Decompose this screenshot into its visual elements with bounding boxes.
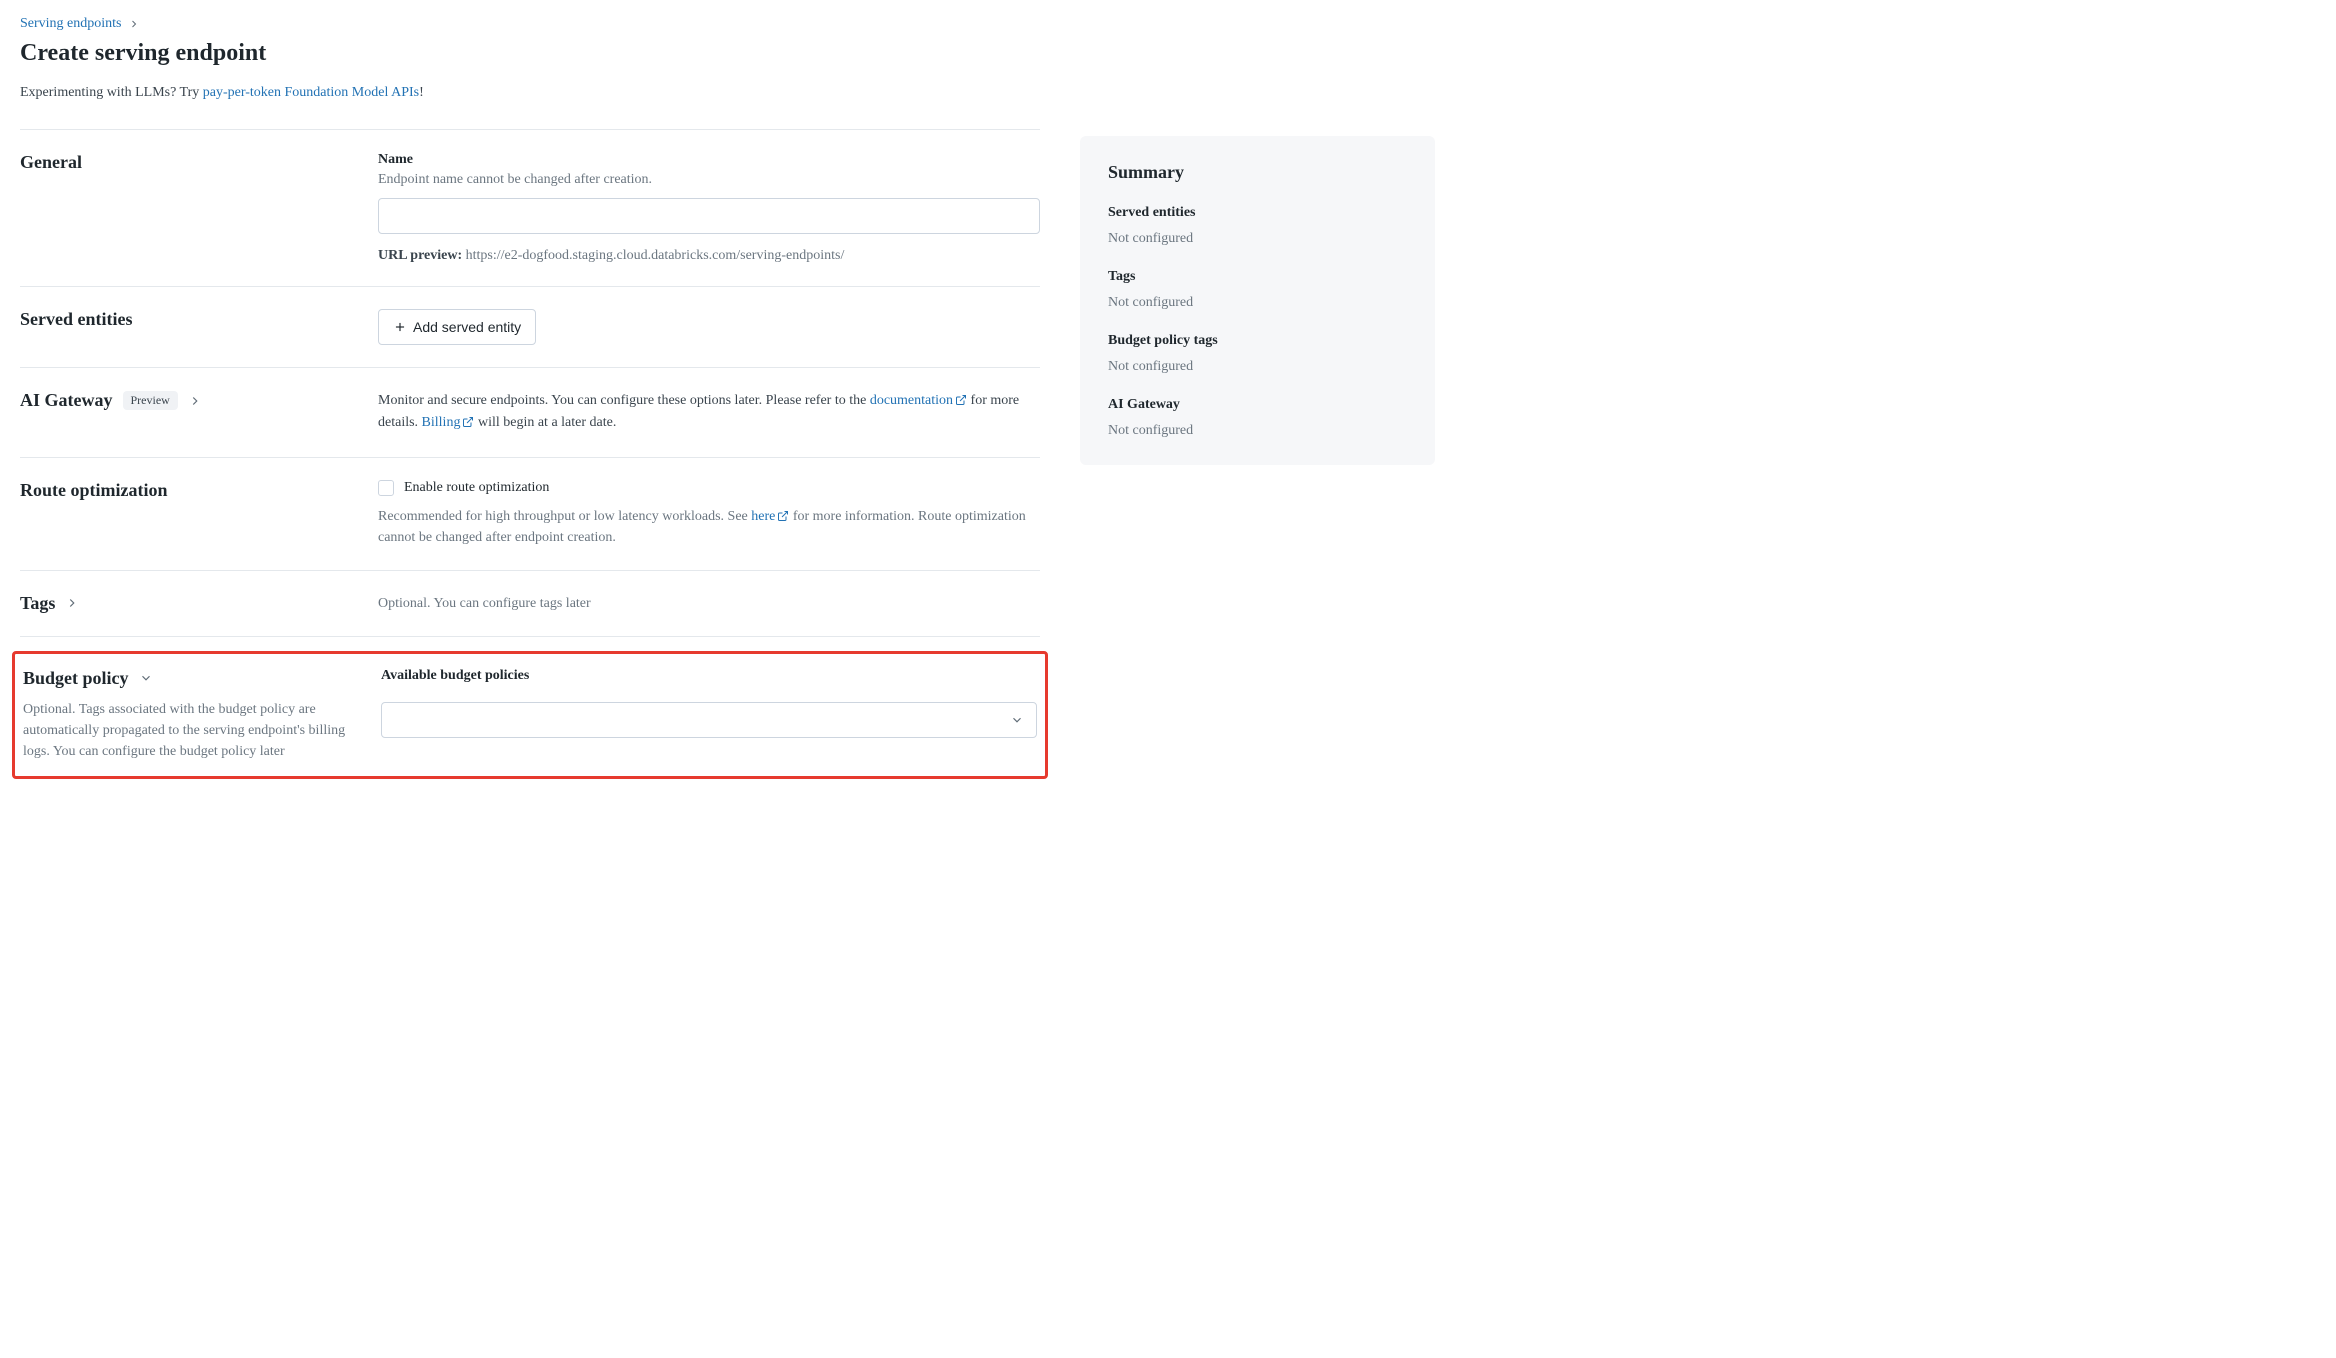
external-link-icon	[462, 416, 474, 428]
summary-label-served: Served entities	[1108, 205, 1407, 221]
summary-item-tags: Tags Not configured	[1108, 269, 1407, 311]
chevron-right-icon	[128, 18, 140, 30]
ai-gateway-heading-text: AI Gateway	[20, 390, 113, 411]
budget-policy-select[interactable]	[381, 702, 1037, 738]
name-field-label: Name	[378, 152, 1040, 168]
summary-value-ai-gateway: Not configured	[1108, 423, 1407, 439]
breadcrumb-link-serving[interactable]: Serving endpoints	[20, 16, 122, 32]
enable-route-opt-checkbox[interactable]	[378, 480, 394, 496]
ai-gateway-desc-suffix: will begin at a later date.	[474, 415, 616, 430]
intro-suffix: !	[419, 85, 424, 100]
billing-link[interactable]: Billing	[422, 415, 475, 430]
ai-gateway-desc-prefix: Monitor and secure endpoints. You can co…	[378, 393, 870, 408]
preview-badge: Preview	[123, 391, 178, 410]
name-field-help: Endpoint name cannot be changed after cr…	[378, 172, 1040, 188]
chevron-right-icon	[188, 394, 202, 408]
intro-prefix: Experimenting with LLMs? Try	[20, 85, 203, 100]
summary-label-tags: Tags	[1108, 269, 1407, 285]
external-link-icon	[955, 394, 967, 406]
section-tags: Tags Optional. You can configure tags la…	[20, 570, 1040, 636]
summary-value-budget-tags: Not configured	[1108, 359, 1407, 375]
budget-heading-text: Budget policy	[23, 668, 129, 689]
summary-label-ai-gateway: AI Gateway	[1108, 397, 1407, 413]
section-heading-route-opt: Route optimization	[20, 480, 358, 501]
summary-value-served: Not configured	[1108, 231, 1407, 247]
intro-text: Experimenting with LLMs? Try pay-per-tok…	[20, 85, 1040, 101]
section-heading-tags[interactable]: Tags	[20, 593, 358, 614]
section-heading-ai-gateway[interactable]: AI Gateway Preview	[20, 390, 358, 411]
external-link-icon	[777, 510, 789, 522]
add-served-entity-button[interactable]: Add served entity	[378, 309, 536, 345]
summary-value-tags: Not configured	[1108, 295, 1407, 311]
summary-item-ai-gateway: AI Gateway Not configured	[1108, 397, 1407, 439]
summary-label-budget-tags: Budget policy tags	[1108, 333, 1407, 349]
chevron-down-icon	[1010, 713, 1024, 727]
section-heading-budget[interactable]: Budget policy	[23, 668, 361, 689]
intro-link-foundation-models[interactable]: pay-per-token Foundation Model APIs	[203, 85, 419, 100]
chevron-right-icon	[65, 596, 79, 610]
section-served-entities: Served entities Add served entity	[20, 286, 1040, 367]
budget-policy-highlight: Budget policy Optional. Tags associated …	[12, 651, 1048, 779]
ai-gateway-desc: Monitor and secure endpoints. You can co…	[378, 390, 1040, 435]
enable-route-opt-label: Enable route optimization	[404, 480, 549, 496]
url-preview-label: URL preview:	[378, 248, 462, 263]
summary-item-budget-tags: Budget policy tags Not configured	[1108, 333, 1407, 375]
section-route-optimization: Route optimization Enable route optimiza…	[20, 457, 1040, 570]
section-ai-gateway: AI Gateway Preview Monitor and secure en…	[20, 367, 1040, 457]
url-preview: URL preview: https://e2-dogfood.staging.…	[378, 248, 1040, 264]
documentation-link[interactable]: documentation	[870, 393, 967, 408]
add-served-entity-label: Add served entity	[413, 319, 521, 335]
name-input[interactable]	[378, 198, 1040, 234]
budget-desc: Optional. Tags associated with the budge…	[23, 699, 361, 762]
section-general: General Name Endpoint name cannot be cha…	[20, 129, 1040, 286]
page-title: Create serving endpoint	[20, 40, 1040, 67]
route-opt-help-prefix: Recommended for high throughput or low l…	[378, 509, 751, 524]
url-preview-value: https://e2-dogfood.staging.cloud.databri…	[466, 248, 845, 263]
route-opt-here-link[interactable]: here	[751, 509, 789, 524]
breadcrumb: Serving endpoints	[20, 16, 1040, 32]
section-budget-policy: Budget policy Optional. Tags associated …	[15, 668, 1045, 762]
summary-heading: Summary	[1108, 162, 1407, 183]
tags-heading-text: Tags	[20, 593, 55, 614]
tags-desc: Optional. You can configure tags later	[378, 593, 1040, 614]
route-opt-help: Recommended for high throughput or low l…	[378, 506, 1040, 548]
summary-item-served: Served entities Not configured	[1108, 205, 1407, 247]
section-heading-general: General	[20, 152, 358, 173]
budget-field-label: Available budget policies	[381, 668, 1037, 684]
section-heading-served: Served entities	[20, 309, 358, 330]
chevron-down-icon	[139, 671, 153, 685]
summary-card: Summary Served entities Not configured T…	[1080, 136, 1435, 465]
plus-icon	[393, 320, 407, 334]
